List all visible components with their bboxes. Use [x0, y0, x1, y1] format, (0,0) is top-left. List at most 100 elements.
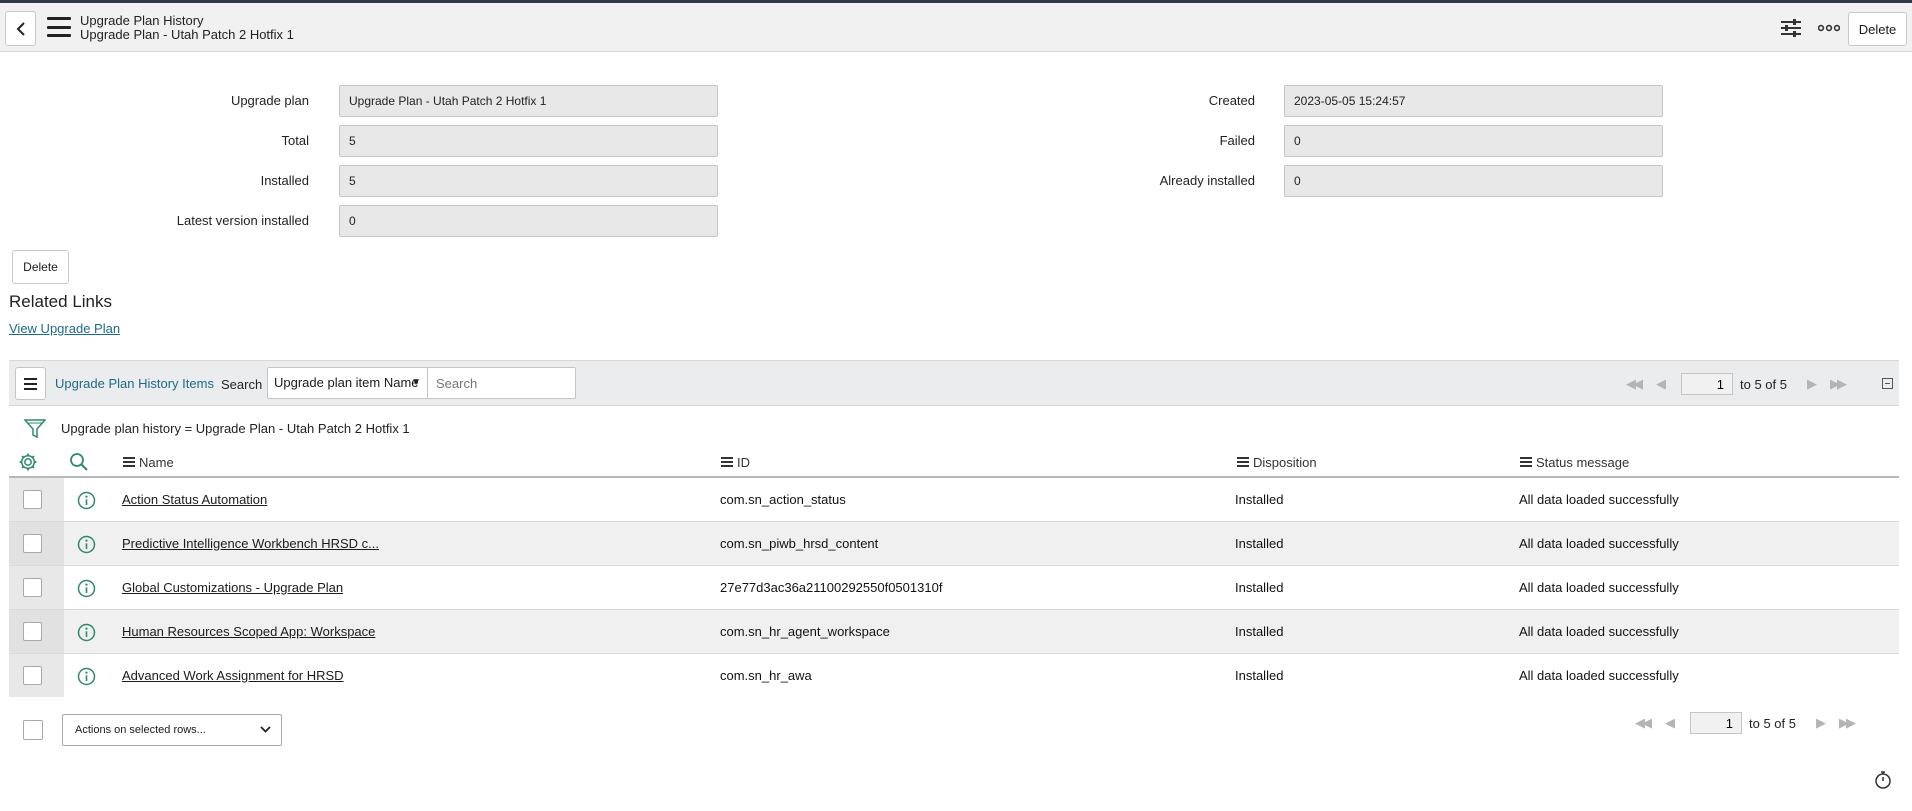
row-checkbox[interactable]	[23, 490, 42, 509]
row-name-link[interactable]: Predictive Intelligence Workbench HRSD c…	[122, 536, 379, 551]
created-label: Created	[1208, 93, 1255, 108]
table-row: Human Resources Scoped App: Workspace co…	[9, 610, 1899, 654]
column-header-name[interactable]: Name	[123, 447, 174, 477]
row-disposition: Installed	[1235, 668, 1284, 683]
column-search-icon[interactable]	[69, 447, 89, 477]
chevron-down-icon	[260, 715, 271, 745]
search-label: Search	[221, 377, 263, 392]
page-number-input[interactable]	[1690, 712, 1742, 734]
prev-page-icon[interactable]: ◀	[1665, 715, 1675, 731]
upgrade-plan-field[interactable]: Upgrade Plan - Utah Patch 2 Hotfix 1	[339, 85, 718, 117]
total-label: Total	[281, 133, 309, 148]
row-checkbox[interactable]	[23, 622, 42, 641]
column-menu-icon[interactable]	[721, 457, 733, 467]
last-page-icon[interactable]: ▶▶	[1839, 715, 1856, 731]
header-delete-button[interactable]: Delete	[1848, 12, 1907, 46]
collapse-list-icon[interactable]	[1882, 378, 1893, 389]
already-installed-field[interactable]: 0	[1284, 165, 1663, 197]
hamburger-icon[interactable]	[47, 17, 71, 37]
latest-version-installed-field[interactable]: 0	[339, 205, 718, 237]
installed-field[interactable]: 5	[339, 165, 718, 197]
next-page-icon[interactable]: ▶	[1807, 376, 1817, 392]
column-header-disposition[interactable]: Disposition	[1237, 447, 1317, 477]
info-icon[interactable]	[77, 623, 96, 642]
total-field[interactable]: 5	[339, 125, 718, 157]
related-list-header: Upgrade Plan History Items Search Upgrad…	[9, 360, 1899, 406]
prev-page-icon[interactable]: ◀	[1656, 376, 1666, 392]
filter-icon[interactable]	[23, 419, 47, 442]
search-field-value: Upgrade plan item Name	[274, 375, 419, 390]
next-page-icon[interactable]: ▶	[1816, 715, 1826, 731]
info-icon[interactable]	[77, 579, 96, 598]
failed-field[interactable]: 0	[1284, 125, 1663, 157]
row-disposition: Installed	[1235, 492, 1284, 507]
filter-breadcrumb[interactable]: Upgrade plan history = Upgrade Plan - Ut…	[61, 421, 410, 436]
row-id: com.sn_hr_awa	[720, 668, 812, 683]
first-page-icon[interactable]: ◀◀	[1626, 376, 1643, 392]
actions-select-value: Actions on selected rows...	[75, 724, 206, 736]
failed-label: Failed	[1219, 133, 1255, 148]
more-options-icon[interactable]	[1816, 15, 1842, 41]
info-icon[interactable]	[77, 667, 96, 686]
row-checkbox[interactable]	[23, 578, 42, 597]
info-icon[interactable]	[77, 491, 96, 510]
upgrade-plan-label: Upgrade plan	[230, 93, 309, 108]
list-title-link[interactable]: Upgrade Plan History Items	[55, 376, 214, 391]
chevron-left-icon	[16, 21, 25, 36]
row-status-message: All data loaded successfully	[1519, 668, 1679, 683]
row-status-message: All data loaded successfully	[1519, 536, 1679, 551]
stopwatch-icon[interactable]	[1874, 770, 1892, 793]
page-range-text: to 5 of 5	[1749, 715, 1796, 731]
search-field-select[interactable]: Upgrade plan item Name ▼	[267, 367, 428, 399]
already-installed-label: Already installed	[1159, 173, 1255, 188]
top-bar: Upgrade Plan History Upgrade Plan - Utah…	[0, 0, 1912, 52]
created-field[interactable]: 2023-05-05 15:24:57	[1284, 85, 1663, 117]
form-delete-button[interactable]: Delete	[12, 250, 69, 284]
column-header-id[interactable]: ID	[721, 447, 750, 477]
page-range-text: to 5 of 5	[1740, 376, 1787, 392]
row-id: 27e77d3ac36a21100292550f0501310f	[720, 580, 943, 595]
back-button[interactable]	[5, 11, 36, 46]
row-name-link[interactable]: Global Customizations - Upgrade Plan	[122, 580, 343, 595]
row-disposition: Installed	[1235, 624, 1284, 639]
row-id: com.sn_action_status	[720, 492, 846, 507]
last-page-icon[interactable]: ▶▶	[1830, 376, 1847, 392]
row-status-message: All data loaded successfully	[1519, 624, 1679, 639]
row-name-link[interactable]: Human Resources Scoped App: Workspace	[122, 624, 375, 639]
select-all-checkbox[interactable]	[23, 720, 43, 740]
settings-sliders-icon[interactable]	[1778, 15, 1804, 41]
personalize-list-icon[interactable]	[18, 447, 38, 477]
row-name-link[interactable]: Action Status Automation	[122, 492, 267, 507]
row-id: com.sn_piwb_hrsd_content	[720, 536, 879, 551]
page-title-record: Upgrade Plan - Utah Patch 2 Hotfix 1	[80, 27, 294, 42]
table-row: Advanced Work Assignment for HRSD com.sn…	[9, 654, 1899, 698]
info-icon[interactable]	[77, 535, 96, 554]
column-header-status-message[interactable]: Status message	[1520, 447, 1629, 477]
top-pager: ◀◀ ◀ to 5 of 5 ▶ ▶▶	[1626, 373, 1847, 395]
bottom-pager: ◀◀ ◀ to 5 of 5 ▶ ▶▶	[1635, 712, 1856, 734]
related-links-title: Related Links	[9, 292, 113, 311]
page-number-input[interactable]	[1681, 373, 1733, 395]
row-disposition: Installed	[1235, 580, 1284, 595]
row-id: com.sn_hr_agent_workspace	[720, 624, 890, 639]
column-menu-icon[interactable]	[1237, 457, 1249, 467]
installed-label: Installed	[260, 173, 309, 188]
page-title-table: Upgrade Plan History	[80, 13, 204, 28]
column-menu-icon[interactable]	[123, 457, 135, 467]
row-checkbox[interactable]	[23, 666, 42, 685]
list-menu-button[interactable]	[15, 367, 46, 400]
table-row: Predictive Intelligence Workbench HRSD c…	[9, 522, 1899, 566]
row-disposition: Installed	[1235, 536, 1284, 551]
latest-version-installed-label: Latest version installed	[176, 213, 309, 228]
view-upgrade-plan-link[interactable]: View Upgrade Plan	[9, 321, 120, 336]
first-page-icon[interactable]: ◀◀	[1635, 715, 1652, 731]
column-menu-icon[interactable]	[1520, 457, 1532, 467]
table-row: Global Customizations - Upgrade Plan 27e…	[9, 566, 1899, 610]
caret-down-icon: ▼	[411, 377, 421, 388]
actions-on-selected-rows-select[interactable]: Actions on selected rows...	[62, 714, 282, 746]
row-checkbox[interactable]	[23, 534, 42, 553]
table-row: Action Status Automation com.sn_action_s…	[9, 478, 1899, 522]
row-status-message: All data loaded successfully	[1519, 580, 1679, 595]
search-input[interactable]	[427, 367, 576, 399]
row-name-link[interactable]: Advanced Work Assignment for HRSD	[122, 668, 344, 683]
